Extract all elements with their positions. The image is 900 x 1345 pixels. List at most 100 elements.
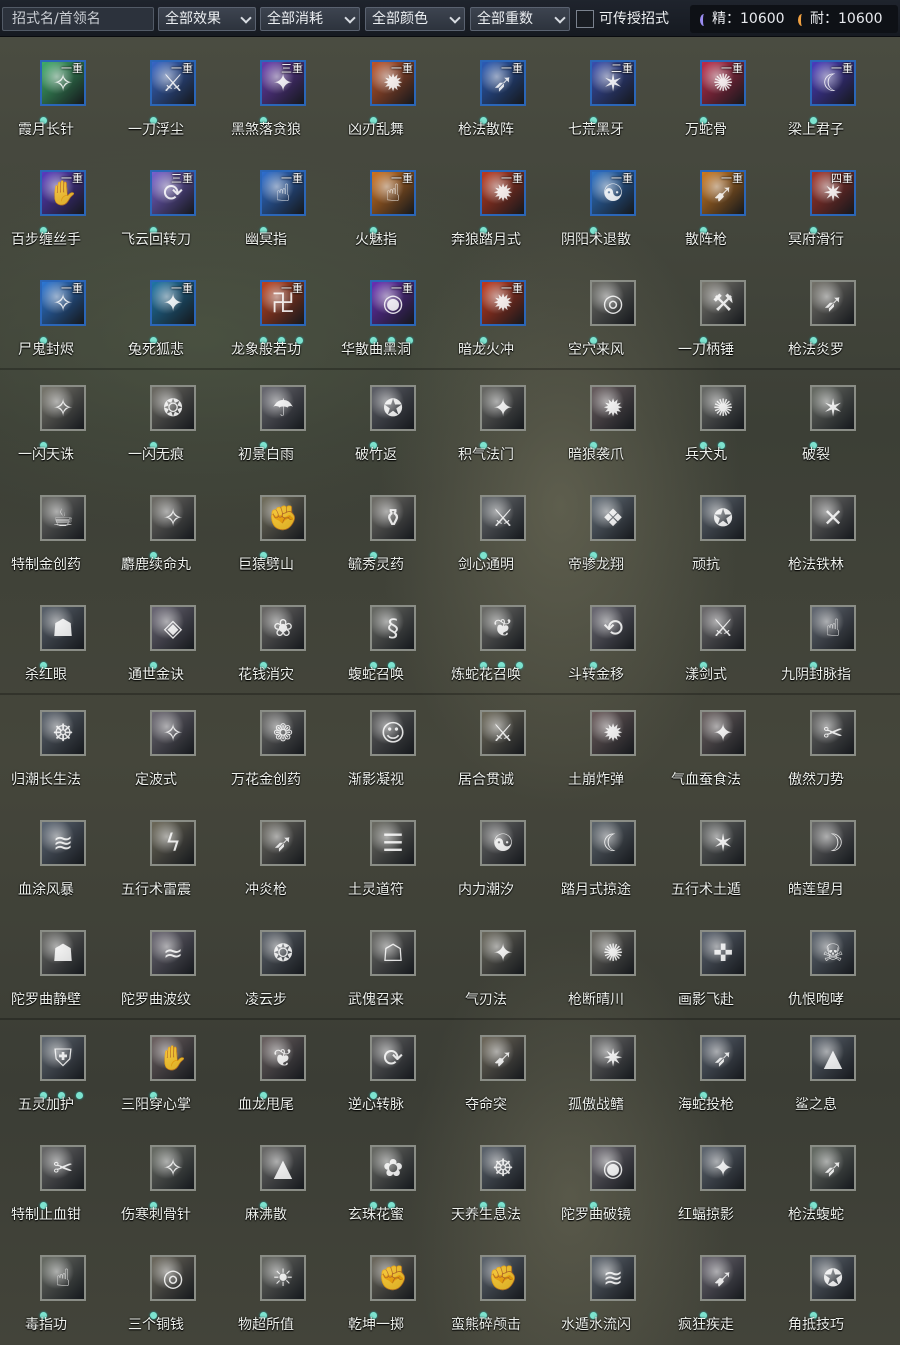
skill-icon[interactable]: ⛨ [40,1035,86,1081]
skill-icon[interactable]: ☝ 一重 [260,170,306,216]
skill-icon[interactable]: ✧ [150,710,196,756]
skill-icon[interactable]: ✊ [480,1255,526,1301]
skill-icon[interactable]: ≋ [590,1255,636,1301]
skill-icon[interactable]: ❁ [260,710,306,756]
skill-icon[interactable]: ☸ [480,1145,526,1191]
skill-icon[interactable]: ☯ 一重 [590,170,636,216]
skill-icon[interactable]: ✦ [480,385,526,431]
skill-icon[interactable]: ☰ [370,820,416,866]
skill-icon[interactable]: ⚔ 一重 [150,60,196,106]
skill-icon[interactable]: ❦ [260,1035,306,1081]
skill-card[interactable]: ☠ 仇恨咆哮 [770,906,880,1016]
skill-icon[interactable]: ⚔ [480,495,526,541]
cost-filter-dropdown[interactable]: 全部消耗 [260,7,360,31]
skill-icon[interactable]: ➶ 一重 [480,60,526,106]
skill-icon[interactable]: ✋ [150,1035,196,1081]
skill-icon[interactable]: ≋ [40,820,86,866]
skill-icon[interactable]: ▲ [260,1145,306,1191]
skill-icon[interactable]: ✂ [810,710,856,756]
skill-icon[interactable]: ✹ [590,710,636,756]
transferable-checkbox[interactable] [576,10,594,28]
skill-icon[interactable]: ▲ [810,1035,856,1081]
skill-icon[interactable]: ➹ [480,1035,526,1081]
skill-icon[interactable]: ✊ [260,495,306,541]
skill-card[interactable]: ☾ 一重 梁上君子 [770,36,880,146]
skill-icon[interactable]: 卍一重 [260,280,306,326]
skill-icon[interactable]: ◎ [150,1255,196,1301]
skill-icon[interactable]: ✶ 二重 [590,60,636,106]
skill-icon[interactable]: ✺ 一重 [700,60,746,106]
skill-icon[interactable]: ➹ 一重 [700,170,746,216]
skill-icon[interactable]: ✧ [150,495,196,541]
skill-icon[interactable]: ➶ [260,820,306,866]
skill-icon[interactable]: ☝ [40,1255,86,1301]
skill-icon[interactable]: ✋ 一重 [40,170,86,216]
skill-icon[interactable]: ϟ [150,820,196,866]
skill-card[interactable]: ✕ 枪法铁林 [770,471,880,581]
skill-icon[interactable]: ⚱ [370,495,416,541]
skill-icon[interactable]: ✧ 一重 [40,280,86,326]
skill-icon[interactable]: ☝ 一重 [370,170,416,216]
skill-icon[interactable]: ➶ [700,1035,746,1081]
effect-filter-dropdown[interactable]: 全部效果 [158,7,256,31]
skill-icon[interactable]: ⟳ 三重 [150,170,196,216]
skill-icon[interactable]: ☝ [810,605,856,651]
skill-icon[interactable]: ☗ [40,605,86,651]
skill-icon[interactable]: ◈ [150,605,196,651]
skill-icon[interactable]: ❦ [480,605,526,651]
tier-filter-dropdown[interactable]: 全部重数 [470,7,570,31]
skill-icon[interactable]: ☖ [370,930,416,976]
skill-icon[interactable]: ❂ [260,930,306,976]
skill-icon[interactable]: ◉ [590,1145,636,1191]
skill-icon[interactable]: ➹ [700,1255,746,1301]
skill-icon[interactable]: ✧ [40,385,86,431]
skill-icon[interactable]: ⚔ [700,605,746,651]
skill-icon[interactable]: ≈ [150,930,196,976]
skill-icon[interactable]: ✦ [700,710,746,756]
skill-icon[interactable]: § [370,605,416,651]
skill-icon[interactable]: ☸ [40,710,86,756]
skill-icon[interactable]: ✷ 四重 [810,170,856,216]
skill-icon[interactable]: ✹ 一重 [480,170,526,216]
skill-icon[interactable]: ➶ [810,280,856,326]
skill-card[interactable]: ✶ 破裂 [770,361,880,471]
skill-icon[interactable]: ✹ 一重 [480,280,526,326]
skill-icon[interactable]: ✹ 一重 [370,60,416,106]
skill-icon[interactable]: ✕ [810,495,856,541]
skill-icon[interactable]: ✦ 三重 [260,60,306,106]
skill-card[interactable]: ✂ 傲然刀势 [770,686,880,796]
skill-card[interactable]: ➶ 枪法蝮蛇 [770,1121,880,1231]
skill-icon[interactable]: ✿ [370,1145,416,1191]
skill-icon[interactable]: ✜ [700,930,746,976]
skill-icon[interactable]: ✶ [810,385,856,431]
skill-icon[interactable]: ⟳ [370,1035,416,1081]
skill-icon[interactable]: ✪ [700,495,746,541]
skill-icon[interactable]: ✪ [810,1255,856,1301]
skill-icon[interactable]: ✺ [590,930,636,976]
skill-card[interactable]: ▲ 鲨之息 [770,1011,880,1121]
skill-icon[interactable]: ❀ [260,605,306,651]
skill-icon[interactable]: ✂ [40,1145,86,1191]
skill-icon[interactable]: ✪ [370,385,416,431]
skill-icon[interactable]: ❖ [590,495,636,541]
skill-card[interactable]: ✪ 角抵技巧 [770,1231,880,1341]
skill-card[interactable]: ☽ 皓莲望月 [770,796,880,906]
skill-icon[interactable]: ◎ [590,280,636,326]
skill-icon[interactable]: ☕ [40,495,86,541]
skill-icon[interactable]: ✺ [700,385,746,431]
skill-icon[interactable]: ☗ [40,930,86,976]
skill-icon[interactable]: ✦ [700,1145,746,1191]
skill-icon[interactable]: ❂ [150,385,196,431]
skill-icon[interactable]: ⚒ [700,280,746,326]
skill-icon[interactable]: ☀ [260,1255,306,1301]
skill-icon[interactable]: ✊ [370,1255,416,1301]
skill-icon[interactable]: ☾ [590,820,636,866]
skill-icon[interactable]: ✧ [150,1145,196,1191]
skill-icon[interactable]: ✷ [590,1035,636,1081]
skill-icon[interactable]: ☺ [370,710,416,756]
skill-icon[interactable]: ☾ 一重 [810,60,856,106]
skill-card[interactable]: ➶ 枪法炎罗 [770,256,880,366]
skill-icon[interactable]: ✦ [480,930,526,976]
skill-icon[interactable]: ☽ [810,820,856,866]
skill-icon[interactable]: ⟲ [590,605,636,651]
